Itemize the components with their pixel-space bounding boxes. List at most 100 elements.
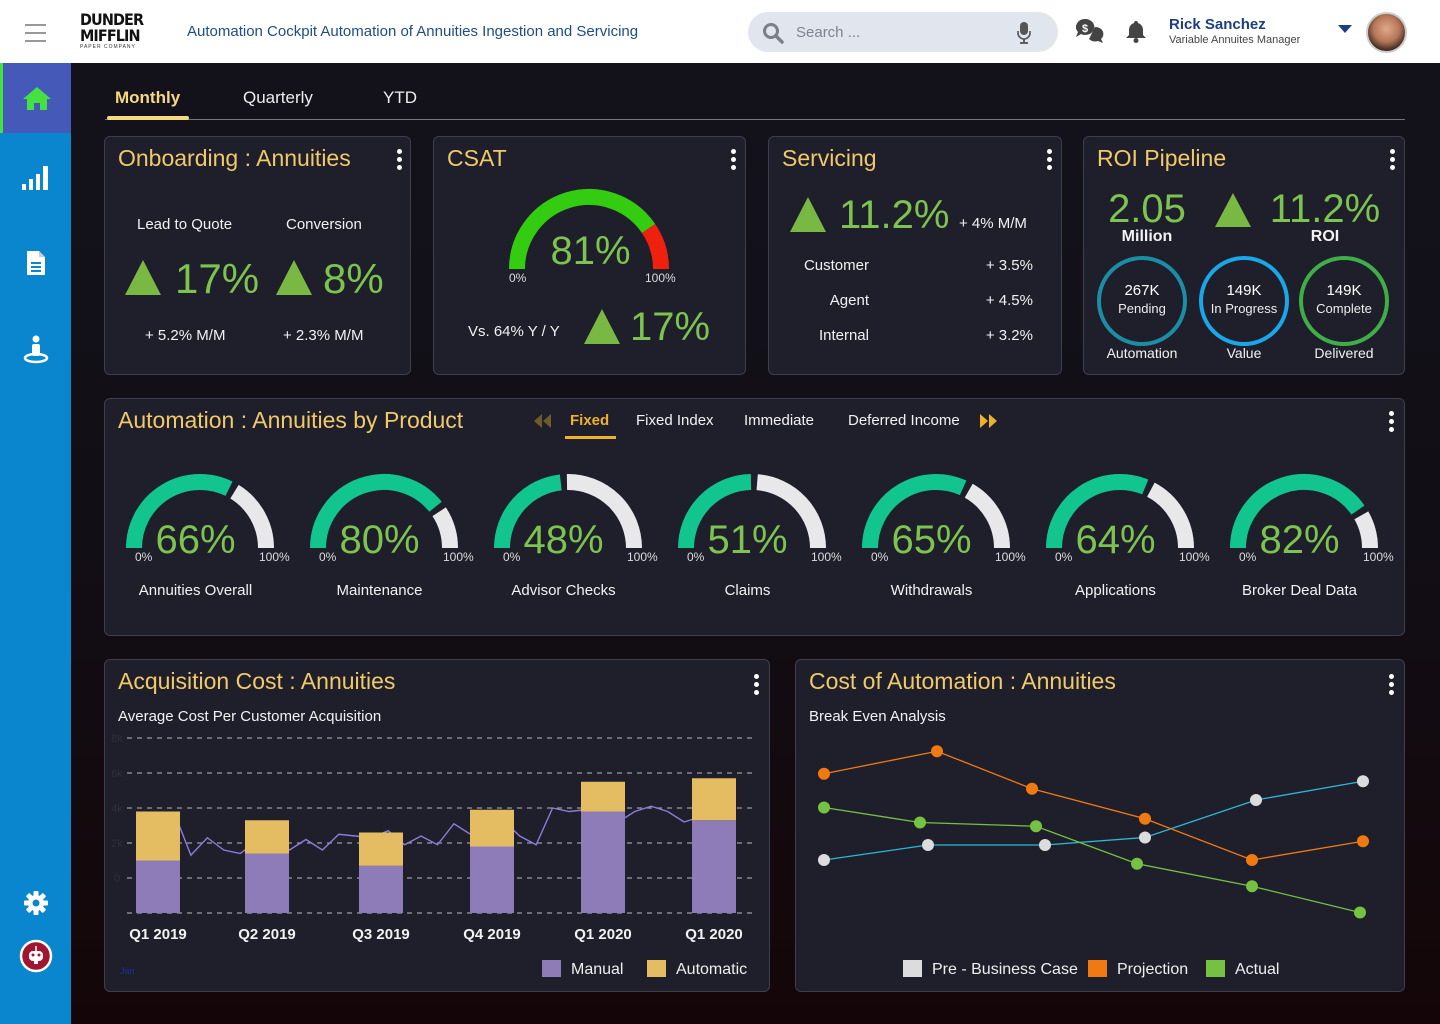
search-icon[interactable] <box>762 22 784 44</box>
sidebar-item-user-location[interactable] <box>0 315 71 385</box>
bar-manual[interactable] <box>581 811 625 914</box>
active-product-indicator <box>565 436 616 439</box>
bar-automatic[interactable] <box>245 820 289 854</box>
bar-manual[interactable] <box>245 853 289 914</box>
data-point[interactable] <box>1250 794 1262 806</box>
data-point[interactable] <box>1246 880 1258 893</box>
ring-status: In Progress <box>1210 301 1278 316</box>
sidebar-item-documents[interactable] <box>0 228 71 298</box>
gauge-name: Applications <box>1075 582 1156 599</box>
bell-icon[interactable] <box>1125 19 1147 43</box>
bar-automatic[interactable] <box>136 811 180 861</box>
metric-change: + 2.3% M/M <box>283 327 364 344</box>
trend-up-icon <box>584 309 620 344</box>
legend-swatch <box>542 960 561 977</box>
avatar[interactable] <box>1366 12 1407 53</box>
product-tab-deferred-income[interactable]: Deferred Income <box>848 412 960 429</box>
more-options-icon[interactable] <box>397 149 403 171</box>
gauge-max-label: 100% <box>443 550 474 564</box>
data-point[interactable] <box>1139 831 1151 844</box>
acquisition-chart: 02k4k6k8k10k <box>111 733 755 914</box>
data-point[interactable] <box>1357 775 1369 788</box>
more-options-icon[interactable] <box>1047 149 1053 171</box>
product-gauge: 51% 0% 100% Claims <box>670 470 842 610</box>
data-point[interactable] <box>1039 839 1051 851</box>
microphone-icon[interactable] <box>1017 22 1031 44</box>
csat-value: 81% <box>550 229 631 273</box>
data-point[interactable] <box>818 767 830 780</box>
gauge-name: Withdrawals <box>890 582 973 599</box>
x-tick-label: Q4 2019 <box>463 926 521 943</box>
sidebar-item-analytics[interactable] <box>0 143 71 213</box>
chart-footnote: Jan <box>120 966 135 976</box>
overlay-trend-line <box>157 805 718 861</box>
tab-quarterly[interactable]: Quarterly <box>243 88 313 108</box>
double-chevron-left-icon[interactable] <box>534 414 552 428</box>
logo-line-2: MIFFLIN <box>80 26 141 45</box>
product-gauge: 64% 0% 100% Applications <box>1038 470 1210 610</box>
data-point[interactable] <box>818 854 830 866</box>
x-tick-label: Q1 2019 <box>129 926 187 943</box>
tab-ytd[interactable]: YTD <box>383 88 417 108</box>
svg-text:$: $ <box>1082 23 1088 35</box>
series-line-1 <box>823 750 1364 861</box>
data-point[interactable] <box>1131 857 1143 870</box>
legend-automatic[interactable]: Automatic <box>647 960 747 979</box>
sidebar-item-bot[interactable] <box>0 921 71 991</box>
product-tab-immediate[interactable]: Immediate <box>744 412 814 429</box>
ring-value: 149K <box>1326 282 1362 299</box>
data-point[interactable] <box>914 816 926 829</box>
period-tabs: Monthly Quarterly YTD <box>105 83 1405 120</box>
data-point[interactable] <box>922 839 934 851</box>
data-point[interactable] <box>931 745 943 758</box>
data-point[interactable] <box>818 801 830 814</box>
data-point[interactable] <box>1246 854 1258 866</box>
chat-dollar-icon[interactable]: $ <box>1075 18 1105 44</box>
gauge-min-label: 0% <box>135 550 153 564</box>
legend-actual[interactable]: Actual <box>1206 960 1279 979</box>
more-options-icon[interactable] <box>1389 411 1395 433</box>
bar-manual[interactable] <box>136 860 180 914</box>
chevron-down-icon[interactable] <box>1338 25 1352 33</box>
more-options-icon[interactable] <box>1390 149 1396 171</box>
more-options-icon[interactable] <box>1389 674 1395 696</box>
gauge-name: Broker Deal Data <box>1241 582 1358 599</box>
bar-automatic[interactable] <box>692 778 736 821</box>
bar-manual[interactable] <box>470 846 514 914</box>
roi-label: ROI <box>1310 228 1340 245</box>
product-tab-fixed[interactable]: Fixed <box>570 412 609 429</box>
active-tab-indicator <box>107 116 189 120</box>
legend-projection[interactable]: Projection <box>1088 960 1188 979</box>
gauge-name: Maintenance <box>336 582 423 599</box>
menu-icon[interactable] <box>25 24 46 42</box>
bar-automatic[interactable] <box>470 809 514 847</box>
legend-pre-business-case[interactable]: Pre - Business Case <box>903 960 1078 979</box>
sidebar-item-home[interactable] <box>0 63 71 133</box>
more-options-icon[interactable] <box>754 674 760 696</box>
double-chevron-right-icon[interactable] <box>980 414 998 428</box>
data-point[interactable] <box>1354 906 1366 919</box>
data-point[interactable] <box>1139 812 1151 825</box>
bar-automatic[interactable] <box>359 832 403 866</box>
data-point[interactable] <box>1357 835 1369 848</box>
y-tick-label: 6k <box>111 768 123 780</box>
data-point[interactable] <box>1026 782 1038 795</box>
gauge-max-label: 100% <box>811 550 842 564</box>
search-input[interactable] <box>796 20 1016 44</box>
tab-monthly[interactable]: Monthly <box>115 88 180 108</box>
bar-manual[interactable] <box>359 865 403 913</box>
x-tick-label: Q1 2020 <box>574 926 632 943</box>
bar-automatic[interactable] <box>581 781 625 812</box>
gauge-name: Annuities Overall <box>138 582 253 599</box>
roi-ring-pending: 267K Pending <box>1097 256 1187 346</box>
product-tab-fixed-index[interactable]: Fixed Index <box>636 412 714 429</box>
legend-manual[interactable]: Manual <box>542 960 623 979</box>
data-point[interactable] <box>1030 820 1042 833</box>
bar-manual[interactable] <box>692 820 736 913</box>
user-name[interactable]: Rick Sanchez <box>1169 16 1266 33</box>
roi-card: ROI Pipeline 2.05 Million 11.2% ROI 267K… <box>1083 136 1405 375</box>
user-role: Variable Annuites Manager <box>1169 34 1301 46</box>
more-options-icon[interactable] <box>731 149 737 171</box>
metric-value: 8% <box>323 255 384 302</box>
gauge-max-label: 100% <box>995 550 1026 564</box>
